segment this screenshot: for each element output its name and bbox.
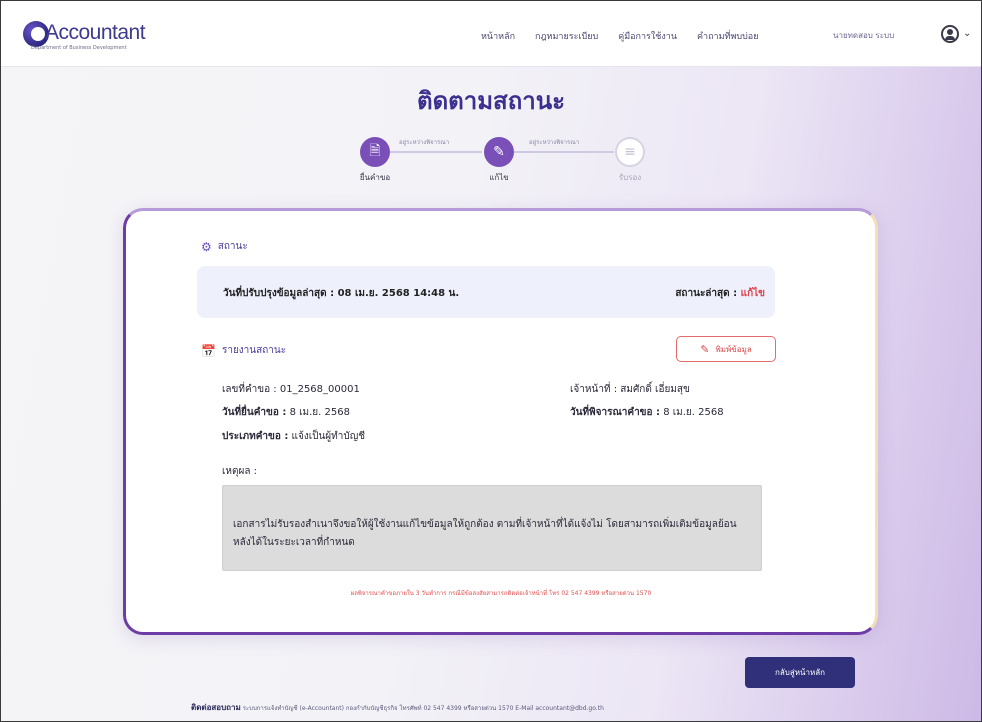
print-button-label: พิมพ์ข้อมูล xyxy=(715,344,752,354)
report-heading: 📅 รายงานสถานะ xyxy=(201,343,286,358)
review-date-label: วันที่พิจารณาคำขอ : xyxy=(570,407,660,418)
chevron-down-icon[interactable]: ⌄ xyxy=(963,28,971,39)
step-3-certify: ≡ xyxy=(615,137,645,167)
status-heading-text: สถานะ xyxy=(217,241,248,252)
step-connector-label-2: อยู่ระหว่างพิจารณา xyxy=(529,139,580,146)
footer-text: ระบบการแจ้งทำบัญชี (e-Accountant) กองกำก… xyxy=(242,705,604,712)
submit-date-value: 8 เม.ย. 2568 xyxy=(289,407,350,418)
step-2-edit: ✎ xyxy=(484,137,514,167)
logo-text: Accountant xyxy=(45,21,146,44)
main-nav: หน้าหลัก กฎหมายระเบียบ คู่มือการใช้งาน ค… xyxy=(481,29,758,43)
request-number: เลขที่คำขอ : 01_2568_00001 xyxy=(222,382,360,397)
latest-status-label: สถานะล่าสุด : xyxy=(675,288,738,299)
reason-label: เหตุผล : xyxy=(222,466,258,477)
calendar-icon: 📅 xyxy=(201,343,216,358)
nav-manual[interactable]: คู่มือการใช้งาน xyxy=(618,29,677,43)
status-badge: แก้ไข xyxy=(740,288,765,299)
footer-title: ติดต่อสอบถาม xyxy=(191,703,241,712)
footer: ติดต่อสอบถาม ระบบการแจ้งทำบัญชี (e-Accou… xyxy=(191,701,831,714)
processing-note: ผลพิจารณาคำขอภายใน 3 วันทำการ กรณีมีข้อส… xyxy=(350,590,652,597)
request-number-value: 01_2568_00001 xyxy=(279,384,360,395)
step-connector-1 xyxy=(390,151,482,153)
step-2-label: แก้ไข xyxy=(489,173,509,182)
user-circle-icon[interactable] xyxy=(941,25,959,43)
step-connector-label-1: อยู่ระหว่างพิจารณา xyxy=(399,139,450,146)
top-header: Accountant Department of Business Develo… xyxy=(1,1,981,67)
review-date: วันที่พิจารณาคำขอ : 8 เม.ย. 2568 xyxy=(570,405,724,420)
reason-textarea: เอกสารไม่รับรองสำเนาจึงขอให้ผู้ใช้งานแก้… xyxy=(222,485,762,571)
back-to-home-button[interactable]: กลับสู่หน้าหลัก xyxy=(745,657,855,688)
report-heading-text: รายงานสถานะ xyxy=(221,345,287,356)
request-type-label: ประเภทคำขอ : xyxy=(222,431,289,442)
step-1-submit: 🗎 xyxy=(360,137,390,167)
checklist-icon: ≡ xyxy=(624,144,636,160)
officer-value: สมศักดิ์ เอี่ยมสุข xyxy=(620,384,690,395)
app-window: Accountant Department of Business Develo… xyxy=(0,0,982,722)
user-name[interactable]: นายทดสอบ ระบบ xyxy=(833,29,894,42)
latest-status: สถานะล่าสุด : แก้ไข xyxy=(675,286,765,301)
last-updated-label: วันที่ปรับปรุงข้อมูลล่าสุด : xyxy=(223,288,335,299)
step-1-label: ยื่นคำขอ xyxy=(359,173,391,182)
status-heading: ⚙ สถานะ xyxy=(201,239,248,254)
status-summary-box: วันที่ปรับปรุงข้อมูลล่าสุด : 08 เม.ย. 25… xyxy=(197,266,775,318)
last-updated: วันที่ปรับปรุงข้อมูลล่าสุด : 08 เม.ย. 25… xyxy=(223,286,459,301)
gear-icon: ⚙ xyxy=(201,239,212,254)
request-type-value: แจ้งเป็นผู้ทำบัญชี xyxy=(291,431,366,442)
edit-icon: ✎ xyxy=(493,144,505,160)
request-number-label: เลขที่คำขอ : xyxy=(222,384,277,395)
accountant-logo[interactable]: Accountant Department of Business Develo… xyxy=(23,19,173,51)
officer: เจ้าหน้าที่ : สมศักดิ์ เอี่ยมสุข xyxy=(570,382,690,397)
step-3-label: รับรอง xyxy=(618,173,642,182)
submit-date-label: วันที่ยื่นคำขอ : xyxy=(222,407,287,418)
review-date-value: 8 เม.ย. 2568 xyxy=(663,407,724,418)
submit-date: วันที่ยื่นคำขอ : 8 เม.ย. 2568 xyxy=(222,405,350,420)
step-connector-2 xyxy=(514,151,614,153)
edit-icon: ✎ xyxy=(700,342,710,356)
logo-subtitle: Department of Business Development xyxy=(31,45,127,51)
officer-label: เจ้าหน้าที่ : xyxy=(570,384,618,395)
document-icon: 🗎 xyxy=(369,143,381,159)
page-title: ติดตามสถานะ xyxy=(416,87,565,115)
last-updated-value: 08 เม.ย. 2568 14:48 น. xyxy=(337,288,460,299)
request-type: ประเภทคำขอ : แจ้งเป็นผู้ทำบัญชี xyxy=(222,429,365,444)
nav-home[interactable]: หน้าหลัก xyxy=(481,29,515,43)
nav-regulations[interactable]: กฎหมายระเบียบ xyxy=(535,29,598,43)
nav-faq[interactable]: คำถามที่พบบ่อย xyxy=(697,29,758,43)
print-button[interactable]: ✎ พิมพ์ข้อมูล xyxy=(676,336,776,362)
